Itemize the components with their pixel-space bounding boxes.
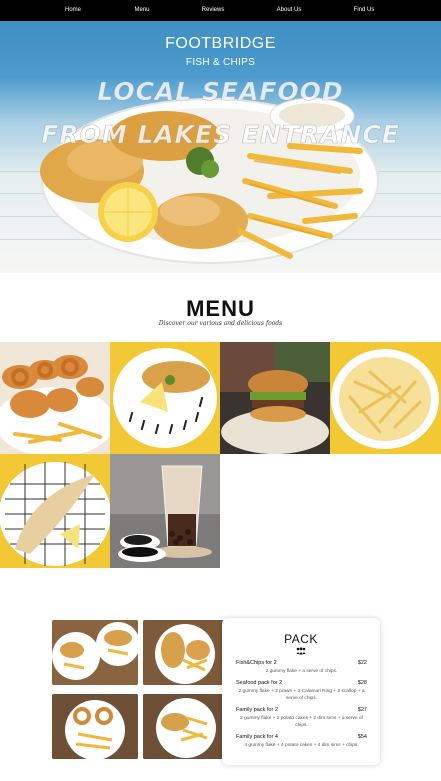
nav-find-us[interactable]: Find Us	[354, 0, 375, 21]
pack-photo-seafood-pack	[143, 620, 229, 685]
people-group-icon	[296, 647, 306, 655]
pack-item-name: Family pack for 2	[236, 707, 278, 713]
pack-item-name: Family pack for 4	[236, 734, 278, 740]
pack-item[interactable]: Family pack for 4 $54 4 gummy flake + 4 …	[236, 734, 367, 749]
menu-tile-bubble-tea[interactable]	[110, 454, 220, 568]
pack-title: PACK	[284, 632, 318, 646]
pack-item-price: $54	[357, 734, 367, 740]
pack-item-price: $28	[357, 680, 367, 686]
chips-image	[330, 342, 441, 454]
menu-title: MENU	[186, 296, 255, 321]
pack-photo-2-image	[143, 620, 229, 685]
pack-item-description: 2 gummy flake + a serve of chips.	[265, 669, 338, 674]
pack-item-description: 2 gummy flake + 2 potato cakes + 2 dim s…	[240, 716, 363, 728]
pack-item-description: 4 gummy flake + 4 potato cakes + 4 dim s…	[244, 743, 359, 748]
seafood-platter-image	[0, 342, 110, 454]
nav-home[interactable]: Home	[65, 0, 81, 21]
pack-item[interactable]: Seafood pack for 2 $28 2 gummy flake + 2…	[236, 680, 367, 702]
brand-name: FOOTBRIDGE	[165, 35, 276, 52]
menu-tile-burger[interactable]	[220, 342, 330, 454]
pack-photo-fish-chips-for-2	[52, 620, 138, 685]
menu-tile-seafood-platter[interactable]	[0, 342, 110, 454]
pack-item-name: Fish&Chips for 2	[236, 660, 277, 666]
hero-tagline-line-2: FROM LAKES ENTRANCE	[41, 120, 400, 150]
pack-photo-1-image	[52, 620, 138, 685]
grilled-fish-image	[0, 454, 110, 568]
hero-tagline-line-1: LOCAL SEAFOOD	[97, 77, 344, 107]
pack-item-description: 2 gummy flake + 2 prawn + 2 Calamari Rin…	[238, 689, 365, 701]
pack-photo-3-image	[52, 694, 138, 759]
burger-image	[220, 342, 330, 454]
pack-menu-card: PACK Fish&Chips for 2 $22 2 gummy flake …	[222, 618, 380, 765]
pack-item-name: Seafood pack for 2	[236, 680, 283, 686]
pack-item-price: $27	[357, 707, 367, 713]
pack-photo-family-pack-for-2	[52, 694, 138, 759]
menu-subtitle: Discover our various and delicious foods	[158, 320, 283, 327]
top-nav: Home Menu Reviews About Us Find Us	[0, 0, 441, 21]
brand-subtitle: FISH & CHIPS	[185, 57, 256, 68]
hero-banner: FOOTBRIDGE FISH & CHIPS LOCAL SEAFOOD FR…	[0, 21, 441, 273]
menu-tile-grilled-fish[interactable]	[0, 454, 110, 568]
menu-tile-fish-fillet[interactable]	[110, 342, 220, 454]
nav-about-us[interactable]: About Us	[277, 0, 302, 21]
pack-item-price: $22	[357, 660, 367, 666]
menu-tile-chips[interactable]	[330, 342, 441, 454]
fish-fillet-image	[110, 342, 220, 454]
nav-menu[interactable]: Menu	[134, 0, 149, 21]
pack-item[interactable]: Fish&Chips for 2 $22 2 gummy flake + a s…	[236, 660, 367, 675]
bubble-tea-image	[110, 454, 220, 568]
nav-reviews[interactable]: Reviews	[202, 0, 225, 21]
pack-photo-4-image	[143, 694, 229, 759]
pack-item[interactable]: Family pack for 2 $27 2 gummy flake + 2 …	[236, 707, 367, 729]
pack-photo-family-pack-for-4	[143, 694, 229, 759]
